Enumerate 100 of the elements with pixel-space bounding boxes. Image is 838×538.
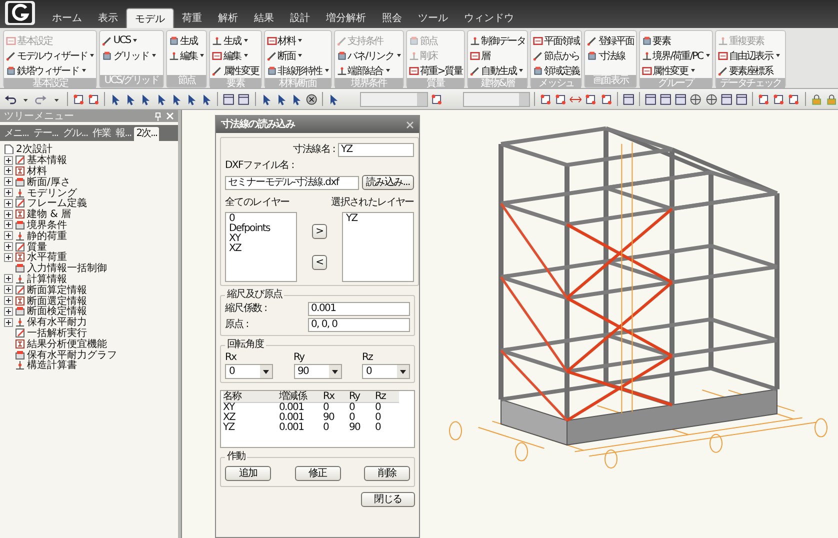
layer-list[interactable]: 0 Defpoints XY XZ [225,212,297,282]
expand-icon[interactable] [4,274,13,284]
window-icon[interactable] [644,92,657,106]
ribbon-button[interactable]: 要素 [640,33,711,48]
ribbon-button[interactable]: UCS [101,33,162,48]
load-button[interactable]: 読み込み... [362,175,414,190]
list-item[interactable]: YZ [346,214,410,224]
globe-icon[interactable] [689,92,703,106]
node-icon[interactable] [787,92,801,106]
menu-tab[interactable]: 設計 [282,8,318,28]
ribbon-button[interactable]: 自動生成 [469,63,526,78]
expand-icon[interactable] [4,156,13,165]
menu-tab[interactable]: 荷重 [174,8,210,28]
expand-icon[interactable] [4,242,13,252]
node-icon[interactable] [772,92,786,106]
ribbon-button[interactable]: 制御データ [469,33,526,48]
window-icon[interactable] [237,92,251,106]
ribbon-button[interactable]: グリッド [101,48,162,63]
expand-icon[interactable] [4,188,13,198]
panel-tab[interactable]: 2次... [134,127,160,141]
window-icon[interactable] [674,92,688,106]
dropdown-field[interactable]: 0 [362,364,410,379]
expand-icon[interactable] [4,210,13,219]
list-item[interactable]: XZ [229,244,293,254]
menu-tab[interactable]: ツール [410,8,456,28]
dropdown-field[interactable]: 0 [225,364,273,379]
panel-tab[interactable]: メニ... [2,127,31,141]
edit-button[interactable]: 修正 [294,466,340,481]
ribbon-button[interactable]: バネ/リンク [336,48,402,63]
menu-tab[interactable]: モデル [126,8,174,28]
expand-icon[interactable] [4,166,13,176]
node-icon[interactable] [72,92,85,106]
tree-item[interactable]: 断面検定情報 [27,304,87,318]
expand-icon[interactable] [4,318,13,327]
add-button[interactable]: 追加 [225,466,271,481]
ribbon-button[interactable]: 材料 [266,33,330,48]
ribbon-button[interactable]: 節点から [532,48,580,63]
list-item[interactable]: XY [229,234,293,244]
text-field[interactable]: 0, 0, 0 [308,318,410,332]
panel-tab[interactable]: テー... [32,127,60,141]
ribbon-button[interactable]: 編集 [211,48,260,63]
panel-tab[interactable]: 報... [114,127,134,141]
globe-icon[interactable] [704,92,718,106]
close-icon[interactable] [406,120,414,128]
ribbon-button[interactable]: 平面領域 [532,33,580,48]
ribbon-button[interactable]: 属性変更 [640,63,711,78]
lock-icon[interactable] [824,92,838,106]
window-icon[interactable] [222,92,236,106]
ribbon-button[interactable]: 生成 [211,33,260,48]
menu-tab[interactable]: ホーム [44,8,90,28]
ribbon-button[interactable]: 境界/荷重/PC [640,48,711,63]
ribbon-button[interactable]: 要素座標系 [716,63,784,78]
expand-icon[interactable] [4,220,13,230]
window-icon[interactable] [734,92,748,106]
ribbon-button[interactable]: 自由辺表示 [716,48,784,63]
add-layer-button[interactable]: > [312,224,328,239]
list-item[interactable]: 0 [229,214,293,224]
dropdown-field[interactable] [462,92,530,106]
ribbon-button[interactable]: 鉄塔ウィザード [5,63,96,78]
remove-layer-button[interactable]: < [312,255,328,270]
expand-icon[interactable] [4,306,13,316]
text-field[interactable]: セミナーモデル-寸法線.dxf [225,176,359,190]
ribbon-button[interactable]: 断面 [266,48,330,63]
ribbon-button[interactable]: 寸法線 [586,48,635,63]
panel-tab[interactable]: グル... [61,127,90,141]
ribbon-button[interactable]: モデルウィザード [5,48,96,63]
expand-icon[interactable] [4,231,13,240]
window-icon[interactable] [658,92,672,106]
expand-icon[interactable] [4,198,13,208]
ribbon-button[interactable]: 端部結合 [336,63,402,78]
ribbon-button[interactable]: 荷重>質量 [408,63,464,78]
expand-icon[interactable] [4,177,13,186]
delete-button[interactable]: 削除 [364,466,410,481]
menu-tab[interactable]: ウィンドウ [456,8,522,28]
ribbon-button[interactable]: 編集 [168,48,206,63]
expand-icon[interactable] [4,252,13,262]
menu-tab[interactable]: 照会 [374,8,410,28]
ribbon-button[interactable]: 属性変更 [211,63,260,78]
text-field[interactable]: 0.001 [308,302,410,316]
node-icon[interactable] [757,92,770,106]
node-icon[interactable] [538,92,552,106]
cancel-icon[interactable] [305,92,318,106]
expand-icon[interactable] [4,285,13,294]
menu-tab[interactable]: 結果 [246,8,282,28]
window-icon[interactable] [622,92,635,106]
logo-icon[interactable] [4,0,36,26]
close-button[interactable]: 閉じる [361,492,415,507]
text-field[interactable]: YZ [338,143,414,157]
node-icon[interactable] [600,92,613,106]
menu-tab[interactable]: 解析 [210,8,246,28]
node-icon[interactable] [430,92,443,106]
node-icon[interactable] [86,92,100,106]
ribbon-button[interactable]: 生成 [168,33,206,48]
expand-icon[interactable] [4,296,13,306]
panel-tab[interactable]: 作業 [90,127,113,141]
node-icon[interactable] [554,92,568,106]
dropdown-field[interactable]: 90 [294,364,342,379]
window-icon[interactable] [720,92,733,106]
ribbon-button[interactable]: 領域定義 [532,63,580,78]
dropdown-field[interactable] [360,92,428,106]
